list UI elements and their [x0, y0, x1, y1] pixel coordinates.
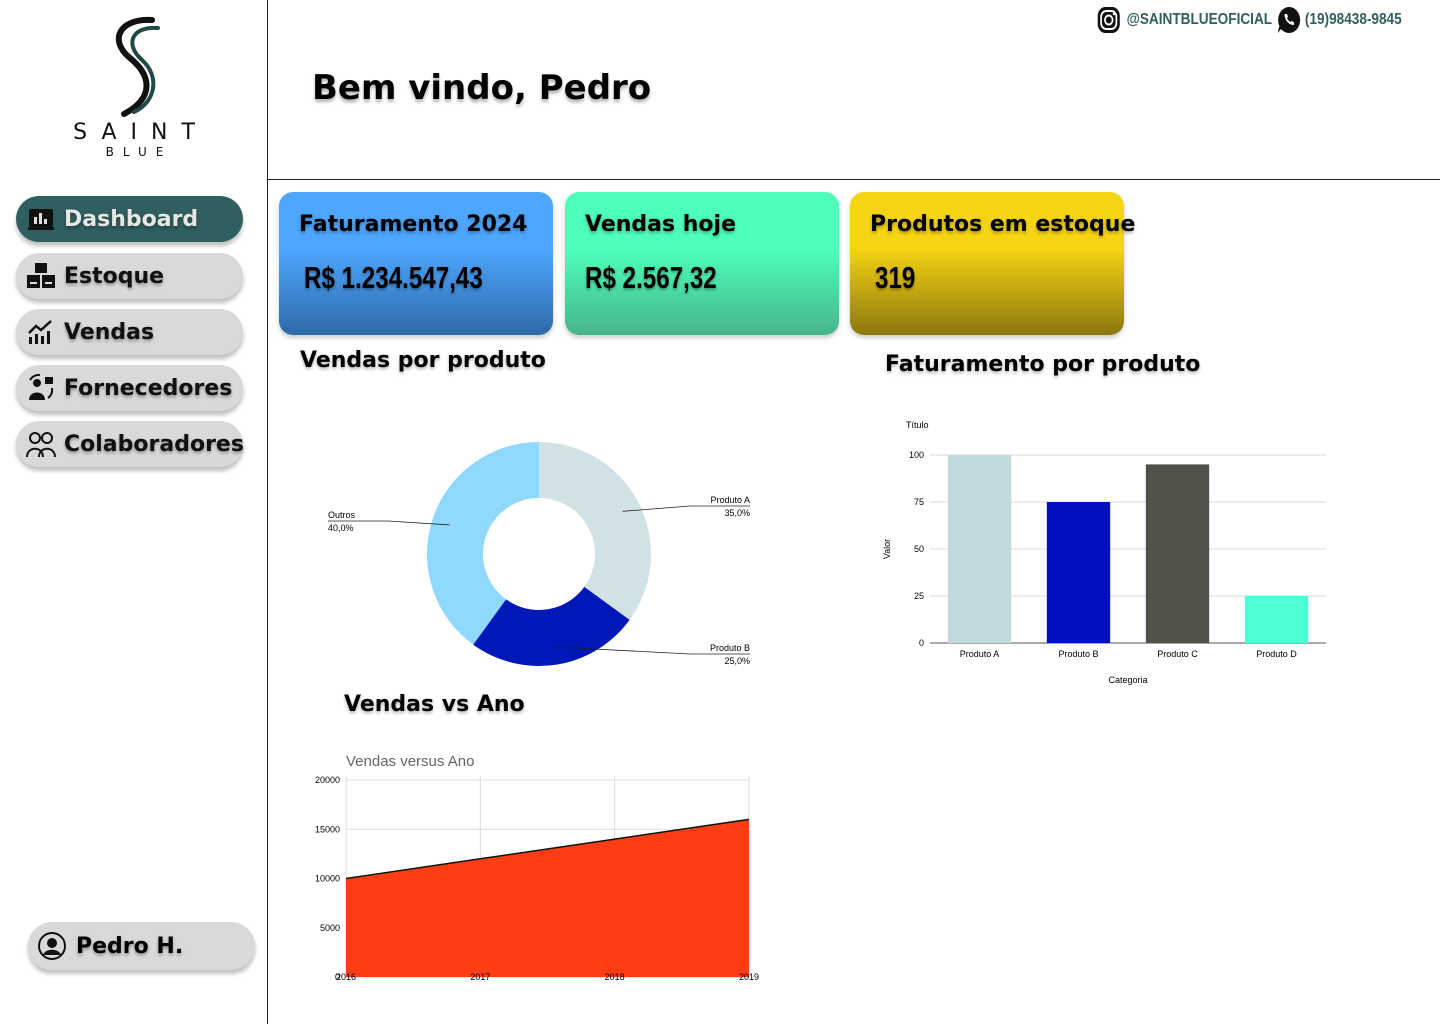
- pie-slice-value: 25,0%: [724, 656, 750, 666]
- area-x-tick-label: 2017: [470, 972, 490, 982]
- area-chart-title: Vendas versus Ano: [346, 753, 474, 770]
- brand-name: SAINT: [73, 120, 209, 145]
- pie-slice-label: Outros: [328, 510, 356, 520]
- supplier-icon: [26, 373, 56, 403]
- vendas-por-produto-chart: Produto A 35,0% Produto B 25,0% Outros 40,0%: [328, 442, 750, 666]
- instagram-icon: [1097, 7, 1120, 33]
- kpi-title: Faturamento 2024: [299, 212, 528, 237]
- pie-section-title: Vendas por produto: [300, 348, 546, 373]
- bar-y-axis-label: Valor: [882, 539, 892, 559]
- faturamento-por-produto-chart: Título 0 25 50 75 100 Produto A Produto B Produt…: [882, 420, 1326, 685]
- sidebar-item-label: Estoque: [64, 263, 165, 289]
- bar-x-tick-label: Produto A: [960, 649, 1000, 659]
- pie-slice-0: [539, 442, 651, 620]
- sidebar-item-label: Dashboard: [64, 206, 199, 232]
- user-name: Pedro H.: [76, 933, 184, 959]
- bar-0: [947, 455, 1012, 643]
- kpi-card-faturamento[interactable]: Faturamento 2024 R$ 1.234.547,43: [279, 192, 553, 335]
- bar-y-tick-label: 75: [914, 497, 924, 507]
- user-avatar-icon: [38, 932, 66, 960]
- area-y-tick-label: 15000: [315, 824, 340, 834]
- area-y-tick-label: 5000: [320, 923, 340, 933]
- saint-blue-s-logo-icon: [116, 16, 160, 117]
- sidebar-item-colaboradores[interactable]: Colaboradores: [16, 421, 244, 467]
- vendas-vs-ano-chart: Vendas versus Ano05000100001500020000201…: [315, 753, 759, 982]
- pie-slice-value: 35,0%: [724, 508, 750, 518]
- bar-y-tick-label: 100: [909, 450, 924, 460]
- sidebar: SAINT BLUE Dashboard Estoque Vendas Forn…: [0, 0, 268, 1024]
- user-profile-button[interactable]: Pedro H.: [28, 922, 255, 970]
- whatsapp-icon: [1277, 6, 1301, 34]
- bar-y-tick-label: 50: [914, 544, 924, 554]
- page-title: Bem vindo, Pedro: [312, 68, 652, 108]
- bar-chart-title: Título: [906, 420, 929, 430]
- bar-3: [1244, 596, 1309, 643]
- bar-x-tick-label: Produto B: [1058, 649, 1098, 659]
- sidebar-item-estoque[interactable]: Estoque: [16, 253, 243, 299]
- brand-logo[interactable]: SAINT BLUE: [60, 14, 210, 174]
- pie-slice-label: Produto B: [710, 643, 750, 653]
- area-fill: [346, 819, 749, 977]
- sidebar-item-label: Fornecedores: [64, 375, 233, 401]
- kpi-value: 319: [875, 260, 916, 295]
- area-x-tick-label: 2019: [739, 972, 759, 982]
- sidebar-item-fornecedores[interactable]: Fornecedores: [16, 365, 243, 411]
- bar-x-tick-label: Produto D: [1256, 649, 1297, 659]
- phone-number: (19)98438-9845: [1304, 11, 1402, 28]
- area-x-tick-label: 2018: [605, 972, 625, 982]
- brand-sub: BLUE: [105, 145, 173, 159]
- instagram-handle: @SAINTBLUEOFICIAL: [1126, 11, 1273, 28]
- kpi-value: R$ 1.234.547,43: [304, 260, 483, 295]
- kpi-card-produtos-estoque[interactable]: Produtos em estoque 319: [850, 192, 1135, 335]
- bar-y-tick-label: 0: [919, 638, 924, 648]
- sidebar-item-dashboard[interactable]: Dashboard: [16, 196, 243, 242]
- bar-section-title: Faturamento por produto: [885, 352, 1201, 377]
- area-section-title: Vendas vs Ano: [344, 692, 525, 717]
- kpi-value: R$ 2.567,32: [585, 260, 717, 295]
- kpi-title: Produtos em estoque: [870, 212, 1136, 237]
- sidebar-item-label: Colaboradores: [64, 431, 244, 457]
- bar-y-tick-label: 25: [914, 591, 924, 601]
- area-y-tick-label: 20000: [315, 775, 340, 785]
- sidebar-item-vendas[interactable]: Vendas: [16, 309, 243, 355]
- pie-slice-value: 40,0%: [328, 523, 354, 533]
- whatsapp-link[interactable]: (19)98438-9845: [1276, 6, 1402, 34]
- instagram-link[interactable]: @SAINTBLUEOFICIAL: [1096, 6, 1272, 34]
- team-icon: [26, 429, 56, 459]
- sidebar-item-label: Vendas: [64, 319, 155, 345]
- header: Bem vindo, Pedro @SAINTBLUEOFICIAL (19)9…: [268, 0, 1440, 180]
- area-y-tick-label: 10000: [315, 874, 340, 884]
- bar-2: [1145, 464, 1210, 643]
- kpi-card-vendas-hoje[interactable]: Vendas hoje R$ 2.567,32: [565, 192, 839, 335]
- area-x-tick-label: 2016: [336, 972, 356, 982]
- kpi-title: Vendas hoje: [585, 212, 736, 237]
- bar-x-tick-label: Produto C: [1157, 649, 1198, 659]
- bar-x-axis-label: Categoria: [1108, 675, 1147, 685]
- pie-slice-label: Produto A: [710, 495, 750, 505]
- bar-1: [1046, 502, 1111, 643]
- trend-chart-icon: [26, 317, 56, 347]
- bar-chart-icon: [26, 204, 56, 234]
- boxes-icon: [26, 261, 56, 291]
